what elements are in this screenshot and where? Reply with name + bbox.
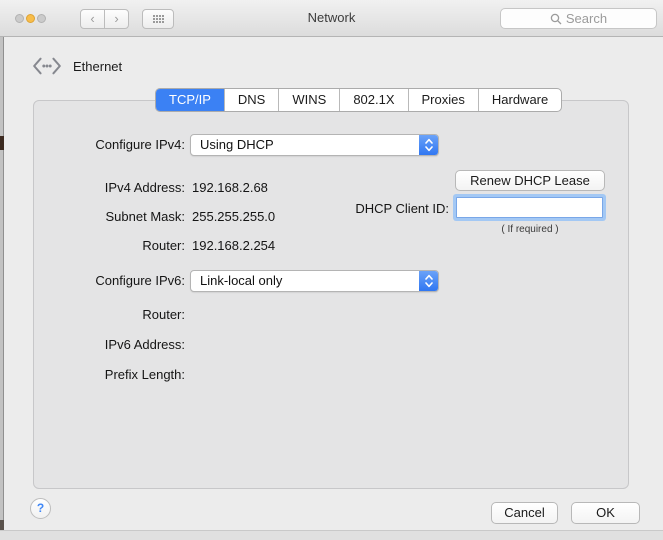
window-bottom-edge	[0, 530, 663, 540]
minimize-button[interactable]	[26, 14, 35, 23]
help-button[interactable]: ?	[30, 498, 51, 519]
ipv4-address-label: IPv4 Address:	[104, 180, 185, 195]
dhcp-client-id-label: DHCP Client ID:	[355, 201, 449, 216]
search-icon	[550, 13, 562, 24]
prefix-length-label: Prefix Length:	[104, 367, 185, 382]
nav-button-group: ‹ ›	[80, 9, 129, 29]
desktop-edge-sliver	[0, 0, 4, 540]
back-chevron-icon: ‹	[90, 11, 95, 26]
configure-ipv6-value: Link-local only	[200, 273, 283, 288]
ipv6-address-label: IPv6 Address:	[104, 337, 185, 352]
tab-hardware[interactable]: Hardware	[477, 89, 561, 111]
tab-wins[interactable]: WINS	[278, 89, 339, 111]
ok-button[interactable]: OK	[571, 502, 640, 524]
configure-ipv4-value: Using DHCP	[200, 137, 274, 152]
tab-tcpip[interactable]: TCP/IP	[156, 89, 224, 111]
question-mark-icon: ?	[36, 501, 45, 515]
subnet-mask-label: Subnet Mask:	[105, 209, 186, 224]
renew-dhcp-lease-button[interactable]: Renew DHCP Lease	[455, 170, 605, 191]
ipv4-router-label: Router:	[142, 238, 185, 253]
cancel-button[interactable]: Cancel	[491, 502, 558, 524]
ethernet-icon	[33, 57, 61, 75]
tab-proxies[interactable]: Proxies	[407, 89, 478, 111]
ipv6-router-label: Router:	[142, 307, 185, 322]
configure-ipv4-label: Configure IPv4:	[95, 137, 185, 152]
search-input[interactable]: Search	[500, 8, 657, 29]
select-stepper-icon	[419, 135, 438, 155]
title-bar: Network ‹ › Search	[0, 0, 663, 37]
configure-ipv6-label: Configure IPv6:	[95, 273, 185, 288]
tab-dns[interactable]: DNS	[223, 89, 278, 111]
zoom-button[interactable]	[37, 14, 46, 23]
grid-icon	[152, 15, 164, 23]
forward-button[interactable]: ›	[104, 9, 129, 29]
connection-header: Ethernet	[30, 55, 122, 77]
desktop-speck	[0, 136, 4, 150]
connection-name: Ethernet	[73, 58, 123, 74]
search-placeholder: Search	[565, 11, 608, 26]
forward-chevron-icon: ›	[114, 11, 119, 26]
back-button[interactable]: ‹	[80, 9, 105, 29]
select-stepper-icon	[419, 271, 438, 291]
tab-8021x[interactable]: 802.1X	[339, 89, 407, 111]
configure-ipv6-select[interactable]: Link-local only	[190, 270, 439, 292]
show-all-button[interactable]	[142, 9, 174, 29]
configure-ipv4-select[interactable]: Using DHCP	[190, 134, 439, 156]
ipv4-router-value: 192.168.2.254	[192, 238, 276, 253]
subnet-mask-value: 255.255.255.0	[192, 209, 276, 224]
tab-bar: TCP/IP DNS WINS 802.1X Proxies Hardware	[155, 88, 563, 112]
ipv4-address-value: 192.168.2.68	[192, 180, 268, 195]
if-required-caption: ( If required )	[501, 224, 559, 235]
settings-group-box	[33, 100, 629, 489]
network-preferences-window: Network ‹ › Search Ethernet TCP/IP DNS W…	[0, 0, 663, 540]
close-button[interactable]	[15, 14, 24, 23]
dhcp-client-id-input[interactable]	[456, 197, 603, 218]
